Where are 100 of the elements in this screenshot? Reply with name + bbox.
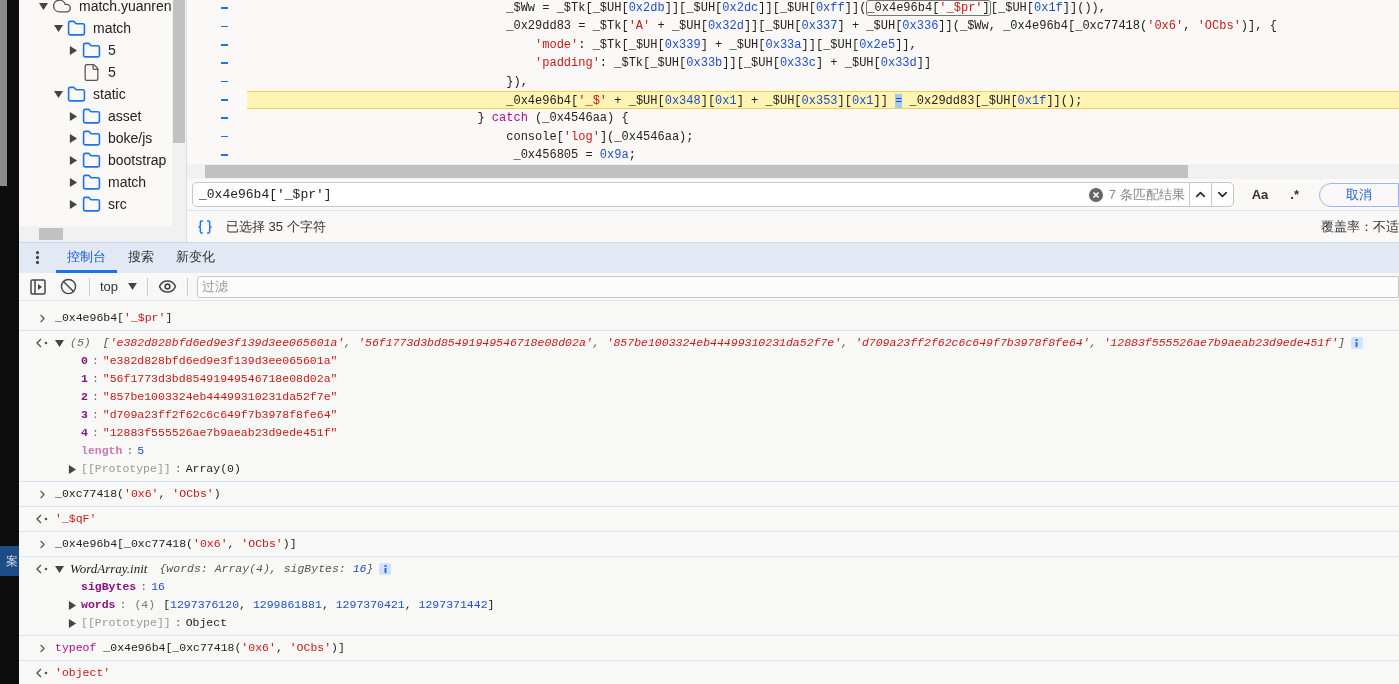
- array-count: (5): [70, 335, 91, 351]
- colon: :: [140, 579, 148, 595]
- console-input-text: _0xc77418('0x6', 'OCbs'): [55, 486, 221, 502]
- filter-field[interactable]: 过滤: [197, 275, 1399, 298]
- tree-item-label[interactable]: asset: [108, 105, 142, 127]
- format-braces-icon[interactable]: [197, 218, 213, 235]
- expand-arrow-icon[interactable]: [69, 177, 78, 187]
- tree-item-label[interactable]: bootstrap: [108, 149, 167, 171]
- code-line: }),: [505, 73, 529, 91]
- property-key: length: [81, 442, 123, 460]
- colon: :: [91, 371, 99, 387]
- selection-status: 已选择 35 个字符: [226, 217, 326, 236]
- regex-button[interactable]: .*: [1286, 184, 1303, 205]
- object-preview: {words: Array(4), sigBytes: 16}: [159, 561, 374, 577]
- property-key: 3: [81, 406, 88, 424]
- gutter-mark: [221, 7, 228, 9]
- property-key: 0: [81, 352, 88, 370]
- gutter-mark: [221, 154, 228, 156]
- tree-item-label[interactable]: boke/js: [108, 127, 153, 149]
- drawer-tab[interactable]: 搜索: [117, 243, 165, 273]
- info-badge-icon[interactable]: [379, 563, 392, 575]
- gutter-mark: [221, 25, 228, 28]
- result-arrow-icon: [36, 564, 49, 574]
- code-line: _0x456805 = 0x9a;: [512, 147, 637, 164]
- property-value: Object: [185, 615, 228, 631]
- expand-arrow-icon[interactable]: [55, 564, 64, 574]
- object-preview: ['e382d828bfd6ed9e3f139d3ee065601a', '56f1773d3bd85491949546718e08d02a', '857be1003324eb44499310231da52f7e', 'd709a23ff2f62c6c649f7b3978f8fe64', '12883f555526ae7b9aeab23d9ede451f']: [102, 335, 1345, 351]
- caret-down-icon: [128, 283, 138, 290]
- code-line: 'mode': _$Tk[_$UH[0x339] + _$UH[0x33a]][_$UH[0x2e5]],: [534, 36, 918, 54]
- property-key: [[Prototype]]: [81, 614, 171, 632]
- result-arrow-icon: [36, 338, 49, 348]
- expand-arrow-icon[interactable]: [54, 89, 63, 99]
- gutter-mark: [221, 99, 228, 101]
- gutter-mark: [221, 44, 228, 46]
- property-key: 4: [81, 424, 88, 442]
- code-line: _$Ww = _$Tk[_$UH[0x2db]][_$UH[0x2dc]][_$UH[0xff]](_0x4e96b4['_$pr'][_$UH[0x1f]]()),: [505, 0, 1108, 18]
- property-value: "d709a23ff2f62c6c649f7b3978f8fe64": [102, 407, 338, 423]
- tree-item-label[interactable]: static: [93, 83, 126, 105]
- console-result: 'object': [55, 665, 111, 681]
- tree-item-label[interactable]: match.yuanren: [79, 0, 172, 17]
- colon: :: [91, 425, 99, 441]
- property-value: 16: [151, 579, 165, 595]
- expand-arrow-icon[interactable]: [68, 600, 77, 610]
- horizontal-scrollbar[interactable]: [187, 164, 1399, 179]
- search-match: _0x4e96b4['_$pr']: [866, 0, 991, 16]
- drawer-tab[interactable]: 新变化: [165, 243, 226, 273]
- expand-arrow-icon[interactable]: [69, 199, 78, 209]
- clear-console-icon[interactable]: [60, 278, 77, 295]
- search-bar[interactable]: _0x4e96b4['_$pr'] 7 条匹配结果: [192, 182, 1234, 207]
- coverage-status: 覆盖率：不适: [1321, 217, 1399, 236]
- console-input-text: _0x4e96b4[_0xc77418('0x6', 'OCbs')]: [55, 536, 297, 552]
- console-input-text: _0x4e96b4['_$pr']: [55, 310, 173, 326]
- folder-icon: [67, 18, 86, 38]
- sidebar-toggle-icon[interactable]: [30, 278, 46, 295]
- folder-icon: [82, 150, 101, 170]
- code-line: _0x29dd83 = _$Tk['A' + _$UH[0x32d]][_$UH[0x337] + _$UH[0x336]](_$Ww, _0x4e96b4[_0xc77418('0x6', 'OCbs')], {: [505, 18, 1278, 36]
- code-line: console['log'](_0x4546aa);: [505, 128, 695, 146]
- property-value: "56f1773d3bd85491949546718e08d02a": [102, 371, 338, 387]
- expand-arrow-icon[interactable]: [69, 111, 78, 121]
- tree-item-label[interactable]: 5: [108, 39, 116, 61]
- match-case-button[interactable]: Aa: [1243, 184, 1277, 205]
- code-line: } catch (_0x4546aa) {: [476, 110, 630, 128]
- console-input-text: typeof _0x4e96b4[_0xc77418('0x6', 'OCbs')]: [55, 640, 345, 656]
- expand-arrow-icon[interactable]: [68, 464, 77, 474]
- property-key: words: [81, 596, 116, 614]
- vertical-scrollbar[interactable]: [172, 0, 186, 226]
- console-result: '_$qF': [55, 511, 97, 527]
- expand-arrow-icon[interactable]: [39, 1, 48, 11]
- colon: :: [91, 407, 99, 423]
- folder-icon: [82, 106, 101, 126]
- property-key: [[Prototype]]: [81, 460, 171, 478]
- context-selector[interactable]: top: [100, 276, 138, 297]
- expand-arrow-icon[interactable]: [69, 133, 78, 143]
- expand-arrow-icon[interactable]: [69, 45, 78, 55]
- expand-arrow-icon[interactable]: [68, 618, 77, 628]
- horizontal-scrollbar[interactable]: [19, 226, 186, 242]
- expand-arrow-icon[interactable]: [54, 23, 63, 33]
- colon: :: [119, 597, 127, 613]
- property-value: "857be1003324eb44499310231da52f7e": [102, 389, 338, 405]
- gutter-mark: [221, 62, 228, 64]
- tree-item-label[interactable]: 5: [108, 61, 116, 83]
- selection-mark: =: [895, 93, 903, 108]
- gutter-mark: [221, 80, 228, 83]
- expand-arrow-icon[interactable]: [69, 155, 78, 165]
- colon: :: [174, 615, 182, 631]
- result-arrow-icon: [36, 668, 49, 678]
- tree-item-label[interactable]: match: [93, 17, 132, 39]
- expand-arrow-icon[interactable]: [55, 338, 64, 348]
- colon: :: [91, 389, 99, 405]
- eye-icon[interactable]: [158, 277, 178, 296]
- info-badge-icon[interactable]: [1351, 337, 1363, 349]
- property-value: Array(0): [185, 461, 241, 477]
- code-line: 'padding': _$Tk[_$UH[0x33b]][_$UH[0x33c] + _$UH[0x33d]]: [534, 55, 933, 73]
- tree-item-label[interactable]: match: [108, 171, 147, 193]
- colon: :: [91, 353, 99, 369]
- folder-icon: [82, 128, 101, 148]
- file-icon: [82, 62, 101, 82]
- tree-item-label[interactable]: src: [108, 193, 127, 215]
- search-input[interactable]: _0x4e96b4['_$pr']: [193, 184, 1089, 205]
- clear-icon[interactable]: [1088, 187, 1103, 202]
